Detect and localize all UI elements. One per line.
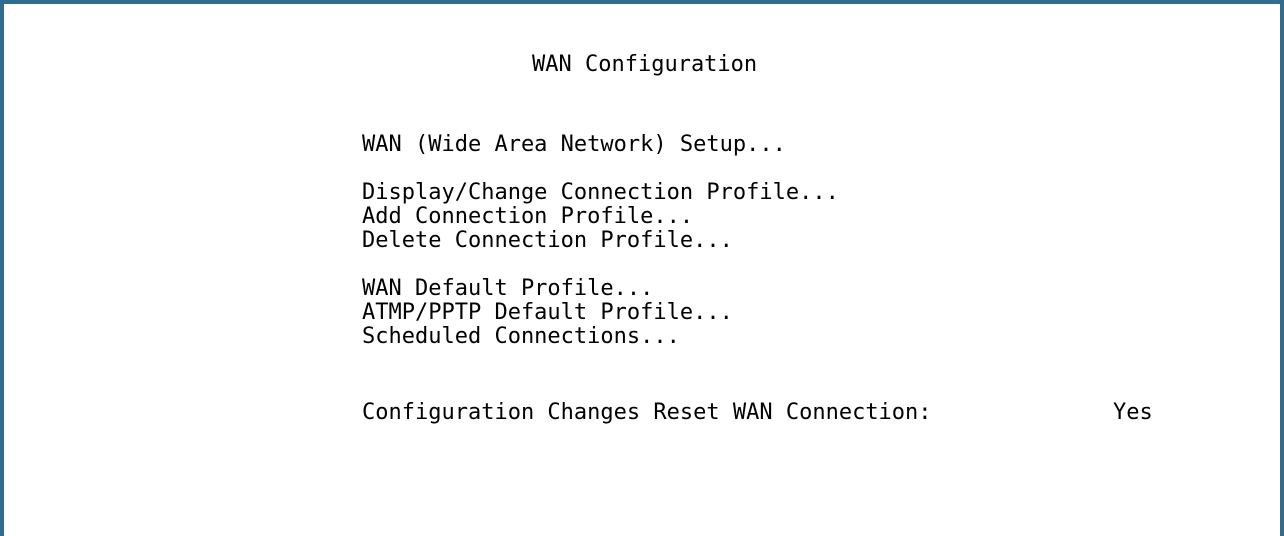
reset-wan-connection-label: Configuration Changes Reset WAN Connecti… xyxy=(362,400,932,425)
menu-item-atmp-pptp-default-profile[interactable]: ATMP/PPTP Default Profile... xyxy=(362,302,733,324)
menu-item-wan-default-profile[interactable]: WAN Default Profile... xyxy=(362,278,653,300)
menu-item-delete-connection-profile[interactable]: Delete Connection Profile... xyxy=(362,230,733,252)
page-title: WAN Configuration xyxy=(532,52,758,77)
menu-item-display-change-connection-profile[interactable]: Display/Change Connection Profile... xyxy=(362,182,839,204)
menu-item-scheduled-connections[interactable]: Scheduled Connections... xyxy=(362,326,680,348)
terminal-window: WAN Configuration WAN (Wide Area Network… xyxy=(0,0,1284,536)
menu-item-wan-setup[interactable]: WAN (Wide Area Network) Setup... xyxy=(362,134,786,156)
reset-wan-connection-value[interactable]: Yes xyxy=(1113,402,1153,424)
menu-item-add-connection-profile[interactable]: Add Connection Profile... xyxy=(362,206,693,228)
